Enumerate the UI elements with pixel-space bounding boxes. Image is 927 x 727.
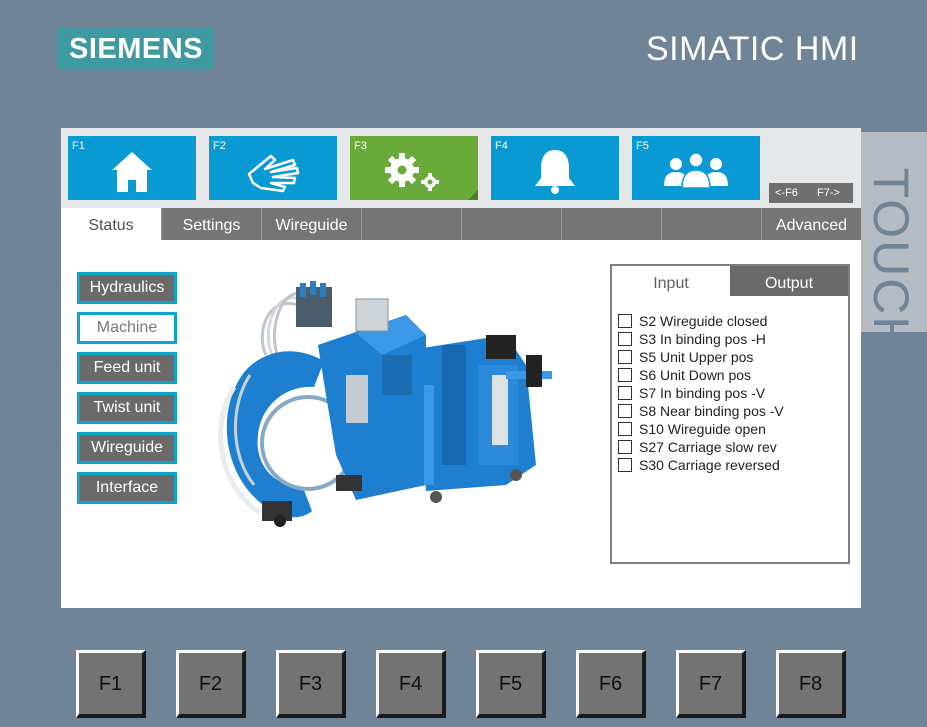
input-label: S27 Carriage slow rev xyxy=(639,439,777,455)
list-item: S5 Unit Upper pos xyxy=(618,348,784,366)
input-label: S10 Wireguide open xyxy=(639,421,766,437)
status-checkbox xyxy=(618,422,632,436)
input-label: S3 In binding pos -H xyxy=(639,331,766,347)
bell-icon xyxy=(535,150,575,194)
tab-empty-1[interactable] xyxy=(361,208,461,240)
list-item: S2 Wireguide closed xyxy=(618,312,784,330)
function-key-bar: F1 F2 F3 F4 F5 <-F6 F7-> xyxy=(61,128,861,208)
siemens-logo: SIEMENS xyxy=(58,28,214,70)
hardware-key-f5[interactable]: F5 xyxy=(476,650,546,718)
hmi-title: SIMATIC HMI xyxy=(646,30,859,68)
touch-label-strip: TOUCH xyxy=(861,132,927,354)
list-item: S7 In binding pos -V xyxy=(618,384,784,402)
hand-icon xyxy=(247,154,300,193)
list-item: S27 Carriage slow rev xyxy=(618,438,784,456)
next-page-f7[interactable]: F7-> xyxy=(817,183,840,203)
binding-machine-image xyxy=(218,281,552,527)
tab-output[interactable]: Output xyxy=(730,266,848,296)
prev-page-f6[interactable]: <-F6 xyxy=(775,183,798,203)
page-nav: <-F6 F7-> xyxy=(769,183,853,203)
hardware-key-f7[interactable]: F7 xyxy=(676,650,746,718)
status-checkbox xyxy=(618,458,632,472)
interface-button[interactable]: Interface xyxy=(77,472,177,504)
f4-alarms-button[interactable]: F4 xyxy=(491,136,619,200)
list-item: S8 Near binding pos -V xyxy=(618,402,784,420)
home-icon xyxy=(112,152,152,192)
touch-label: TOUCH xyxy=(863,167,919,355)
tab-wireguide[interactable]: Wireguide xyxy=(261,208,361,240)
hardware-key-f2[interactable]: F2 xyxy=(176,650,246,718)
list-item: S6 Unit Down pos xyxy=(618,366,784,384)
status-checkbox xyxy=(618,440,632,454)
tab-input[interactable]: Input xyxy=(612,266,730,296)
hmi-screen: F1 F2 F3 F4 F5 <-F6 F7-> Status Settings… xyxy=(61,128,861,608)
f5-users-button[interactable]: F5 xyxy=(632,136,760,200)
hardware-key-f8[interactable]: F8 xyxy=(776,650,846,718)
users-icon xyxy=(664,152,728,189)
input-label: S6 Unit Down pos xyxy=(639,367,752,383)
tab-status[interactable]: Status xyxy=(61,208,161,240)
feed-unit-button[interactable]: Feed unit xyxy=(77,352,177,384)
list-item: S30 Carriage reversed xyxy=(618,456,784,474)
status-checkbox xyxy=(618,386,632,400)
input-label: S5 Unit Upper pos xyxy=(639,349,754,365)
hardware-key-f3[interactable]: F3 xyxy=(276,650,346,718)
tab-empty-2[interactable] xyxy=(461,208,561,240)
tab-settings[interactable]: Settings xyxy=(161,208,261,240)
gears-icon xyxy=(385,153,478,200)
hardware-key-f6[interactable]: F6 xyxy=(576,650,646,718)
input-label: S30 Carriage reversed xyxy=(639,457,780,473)
list-item: S10 Wireguide open xyxy=(618,420,784,438)
hydraulics-button[interactable]: Hydraulics xyxy=(77,272,177,304)
input-label: S7 In binding pos -V xyxy=(639,385,766,401)
f1-home-button[interactable]: F1 xyxy=(68,136,196,200)
tab-bar: Status Settings Wireguide Advanced xyxy=(61,208,861,240)
hardware-key-f1[interactable]: F1 xyxy=(76,650,146,718)
twist-unit-button[interactable]: Twist unit xyxy=(77,392,177,424)
f3-setup-button[interactable]: F3 xyxy=(350,136,478,200)
status-checkbox xyxy=(618,350,632,364)
machine-button[interactable]: Machine xyxy=(77,312,177,344)
input-label: S2 Wireguide closed xyxy=(639,313,768,329)
status-checkbox xyxy=(618,314,632,328)
status-checkbox xyxy=(618,368,632,382)
status-content: Hydraulics Machine Feed unit Twist unit … xyxy=(61,240,861,608)
input-label: S8 Near binding pos -V xyxy=(639,403,784,419)
input-list: S2 Wireguide closed S3 In binding pos -H… xyxy=(618,312,784,474)
tab-empty-4[interactable] xyxy=(661,208,761,240)
hardware-key-f4[interactable]: F4 xyxy=(376,650,446,718)
tab-empty-3[interactable] xyxy=(561,208,661,240)
f2-manual-button[interactable]: F2 xyxy=(209,136,337,200)
list-item: S3 In binding pos -H xyxy=(618,330,784,348)
status-checkbox xyxy=(618,332,632,346)
io-status-panel: Input Output S2 Wireguide closed S3 In b… xyxy=(610,264,850,564)
tab-advanced[interactable]: Advanced xyxy=(761,208,861,240)
wireguide-button[interactable]: Wireguide xyxy=(77,432,177,464)
status-checkbox xyxy=(618,404,632,418)
